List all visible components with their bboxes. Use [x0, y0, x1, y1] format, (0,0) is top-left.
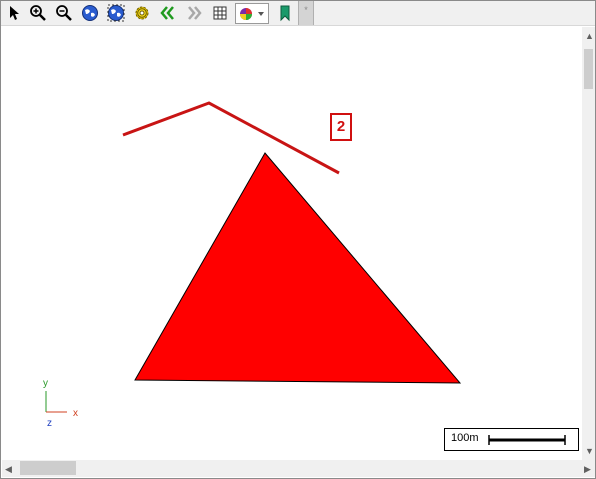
- scroll-up-icon[interactable]: ▲: [585, 31, 594, 41]
- horizontal-scroll-thumb[interactable]: [20, 461, 76, 475]
- scroll-down-icon[interactable]: ▼: [585, 446, 594, 456]
- scale-bar-label: 100m: [451, 432, 479, 444]
- vertical-scroll-thumb[interactable]: [584, 49, 593, 89]
- layer-palette-dropdown-icon[interactable]: [235, 3, 269, 24]
- triangle-feature: [134, 152, 462, 384]
- back-chevrons-icon[interactable]: [157, 2, 179, 24]
- toolbar: *: [1, 1, 595, 26]
- bookmark-icon[interactable]: [274, 2, 296, 24]
- tab-marker[interactable]: *: [298, 1, 314, 25]
- grid-table-icon[interactable]: [209, 2, 231, 24]
- map-canvas[interactable]: [2, 27, 582, 460]
- axis-z-label: z: [47, 418, 52, 429]
- vertical-scrollbar[interactable]: ▲ ▼: [582, 27, 595, 460]
- axis-y-label: y: [43, 378, 48, 389]
- scroll-right-icon[interactable]: ▶: [584, 464, 591, 474]
- settings-gear-icon[interactable]: [131, 2, 153, 24]
- zoom-in-icon[interactable]: [27, 2, 49, 24]
- globe-zoom-layer-icon[interactable]: [105, 2, 127, 24]
- scrollbar-corner: ▶: [582, 460, 595, 477]
- axis-x-label: x: [73, 408, 78, 419]
- scale-bar: 100m: [444, 428, 579, 451]
- globe-zoom-extent-icon[interactable]: [79, 2, 101, 24]
- select-arrow-icon[interactable]: [3, 2, 25, 24]
- map-viewer-window: * 2 y x z 100m ▲ ▼ ◀ ▶: [0, 0, 596, 479]
- zoom-out-icon[interactable]: [53, 2, 75, 24]
- axis-indicator: y x z: [39, 377, 89, 432]
- forward-chevrons-icon[interactable]: [183, 2, 205, 24]
- scroll-left-icon[interactable]: ◀: [5, 464, 12, 474]
- line-feature: [122, 101, 340, 175]
- feature-label: 2: [330, 113, 352, 141]
- horizontal-scrollbar[interactable]: ◀: [2, 460, 582, 477]
